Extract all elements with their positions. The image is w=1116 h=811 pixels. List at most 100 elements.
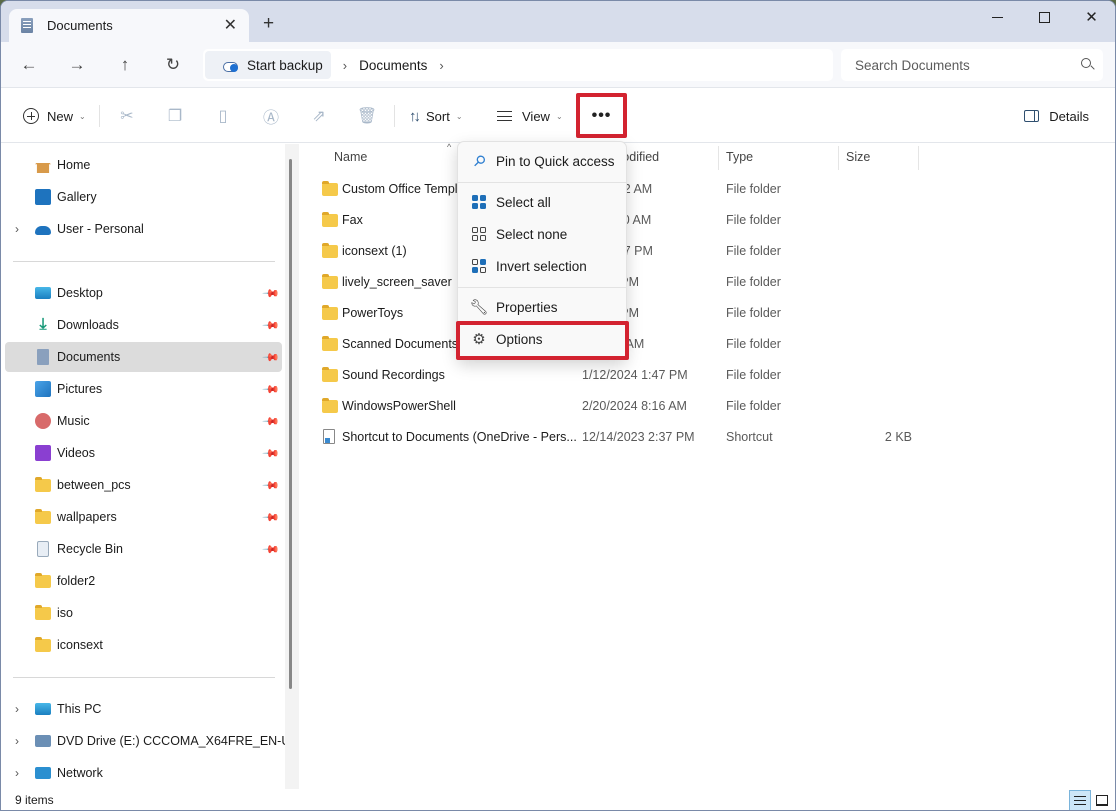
tab-documents[interactable]: Documents ✕ — [9, 9, 249, 42]
sidebar-item-this-pc[interactable]: › This PC — [5, 694, 282, 724]
desktop-icon — [35, 287, 51, 299]
sidebar-item-desktop[interactable]: Desktop 📌 — [5, 278, 282, 308]
sort-button[interactable]: ↑↓ Sort ⌄ — [409, 103, 463, 129]
file-row[interactable]: Sound Recordings 1/12/2024 1:47 PM File fo… — [317, 361, 917, 389]
menu-item-select-none[interactable]: Select none — [462, 219, 624, 249]
sidebar-scrollbar-thumb[interactable] — [289, 159, 292, 689]
sidebar-item-network[interactable]: › Network — [5, 758, 282, 788]
file-type: File folder — [726, 337, 781, 351]
rename-button[interactable]: Ⓐ — [256, 103, 286, 129]
pin-icon[interactable]: 📌 — [262, 540, 281, 558]
details-pane-button[interactable]: Details — [1024, 103, 1089, 129]
home-icon — [35, 157, 51, 173]
toolbar-divider — [394, 105, 395, 127]
navigation-pane: Home Gallery › User - Personal Desktop 📌… — [1, 144, 287, 789]
sidebar-item-label: wallpapers — [57, 510, 117, 524]
sidebar-item-recycle-bin[interactable]: Recycle Bin 📌 — [5, 534, 282, 564]
sidebar-item-music[interactable]: Music 📌 — [5, 406, 282, 436]
pin-icon[interactable]: 📌 — [262, 476, 281, 494]
paste-button[interactable]: ▯ — [208, 103, 238, 129]
cut-button[interactable]: ✂ — [112, 103, 142, 129]
search-box[interactable] — [841, 49, 1103, 81]
sidebar-item-pictures[interactable]: Pictures 📌 — [5, 374, 282, 404]
file-row[interactable]: WindowsPowerShell 2/20/2024 8:16 AM File f… — [317, 392, 917, 420]
large-icons-view-icon — [1096, 795, 1108, 806]
sidebar-item-documents[interactable]: Documents 📌 — [5, 342, 282, 372]
new-button[interactable]: New ⌄ — [23, 103, 86, 129]
folder-icon — [322, 398, 338, 413]
column-separator[interactable] — [718, 146, 719, 170]
pin-icon[interactable]: 📌 — [262, 316, 281, 334]
column-header-label: Type — [726, 150, 754, 164]
sidebar-item-gallery[interactable]: Gallery — [5, 182, 282, 212]
large-icons-view-button[interactable] — [1091, 790, 1113, 810]
maximize-icon — [1039, 11, 1050, 23]
folder-icon — [322, 336, 338, 351]
column-separator[interactable] — [918, 146, 919, 170]
file-type: Shortcut — [726, 430, 773, 444]
column-header-size[interactable]: Size — [846, 144, 870, 170]
column-separator[interactable] — [838, 146, 839, 170]
sidebar-item-iso[interactable]: iso — [5, 598, 282, 628]
close-window-button[interactable]: ✕ — [1068, 1, 1115, 33]
menu-item-invert-selection[interactable]: Invert selection — [462, 251, 624, 281]
minimize-button[interactable] — [974, 1, 1021, 33]
pin-icon[interactable]: 📌 — [262, 412, 281, 430]
sidebar-item-videos[interactable]: Videos 📌 — [5, 438, 282, 468]
sidebar-item-dvd-drive[interactable]: › DVD Drive (E:) CCCOMA_X64FRE_EN-US_DV — [5, 726, 287, 756]
folder-icon — [35, 508, 51, 524]
pin-icon[interactable]: 📌 — [262, 508, 281, 526]
chevron-right-icon[interactable]: › — [15, 702, 19, 716]
column-header-type[interactable]: Type — [726, 144, 753, 170]
back-button[interactable]: ← — [15, 53, 43, 77]
sidebar-item-wallpapers[interactable]: wallpapers 📌 — [5, 502, 282, 532]
column-header-name[interactable]: Name — [334, 144, 367, 170]
pin-icon[interactable]: 📌 — [262, 284, 281, 302]
breadcrumb-start-backup[interactable]: Start backup — [205, 51, 331, 79]
breadcrumb-separator[interactable]: › — [439, 58, 443, 73]
pin-icon[interactable]: 📌 — [262, 444, 281, 462]
chevron-right-icon[interactable]: › — [15, 222, 19, 236]
maximize-button[interactable] — [1021, 1, 1068, 33]
sidebar-item-folder2[interactable]: folder2 — [5, 566, 282, 596]
delete-button[interactable]: 🗑 — [352, 103, 382, 129]
chevron-down-icon: ⌄ — [555, 111, 563, 121]
search-icon[interactable] — [1081, 58, 1091, 68]
search-input[interactable] — [855, 57, 1065, 73]
menu-item-options[interactable]: ⚙ Options — [462, 324, 624, 354]
refresh-button[interactable]: ↻ — [159, 53, 187, 77]
new-tab-button[interactable]: + — [263, 13, 274, 35]
wrench-icon: 🔧︎ — [469, 299, 489, 316]
file-name: lively_screen_saver — [342, 275, 452, 289]
arrow-right-icon: → — [68, 55, 86, 74]
cloud-backup-icon — [223, 59, 239, 72]
chevron-right-icon[interactable]: › — [15, 766, 19, 780]
sidebar-item-downloads[interactable]: ⤓ Downloads 📌 — [5, 310, 282, 340]
sidebar-item-user-personal[interactable]: › User - Personal — [5, 214, 282, 244]
file-row[interactable]: Shortcut to Documents (OneDrive - Pers..… — [317, 423, 917, 451]
see-more-button[interactable]: ••• — [576, 93, 627, 138]
menu-item-properties[interactable]: 🔧︎ Properties — [462, 292, 624, 322]
forward-button[interactable]: → — [63, 53, 91, 77]
menu-item-pin-to-quick-access[interactable]: ⚲ Pin to Quick access — [462, 146, 624, 176]
share-button[interactable]: ⇗ — [304, 103, 334, 129]
breadcrumb-separator[interactable]: › — [343, 58, 347, 73]
address-bar[interactable]: Start backup › Documents › — [203, 49, 833, 81]
close-tab-icon[interactable]: ✕ — [224, 15, 237, 35]
details-view-button[interactable] — [1069, 790, 1091, 810]
chevron-right-icon[interactable]: › — [15, 734, 19, 748]
pin-icon[interactable]: 📌 — [262, 380, 281, 398]
minimize-icon — [992, 16, 1003, 18]
chevron-down-icon: ⌄ — [79, 111, 86, 121]
menu-item-select-all[interactable]: Select all — [462, 187, 624, 217]
title-bar: Documents ✕ + ✕ — [1, 1, 1115, 42]
view-button[interactable]: View ⌄ — [497, 103, 563, 129]
sidebar-item-home[interactable]: Home — [5, 150, 282, 180]
breadcrumb-documents[interactable]: Documents — [359, 58, 427, 73]
details-pane-icon — [1024, 110, 1040, 122]
copy-button[interactable]: ❐ — [160, 103, 190, 129]
up-button[interactable]: ↑ — [111, 53, 139, 77]
sidebar-item-between-pcs[interactable]: between_pcs 📌 — [5, 470, 282, 500]
sidebar-item-iconsext[interactable]: iconsext — [5, 630, 282, 660]
pin-icon[interactable]: 📌 — [262, 348, 281, 366]
